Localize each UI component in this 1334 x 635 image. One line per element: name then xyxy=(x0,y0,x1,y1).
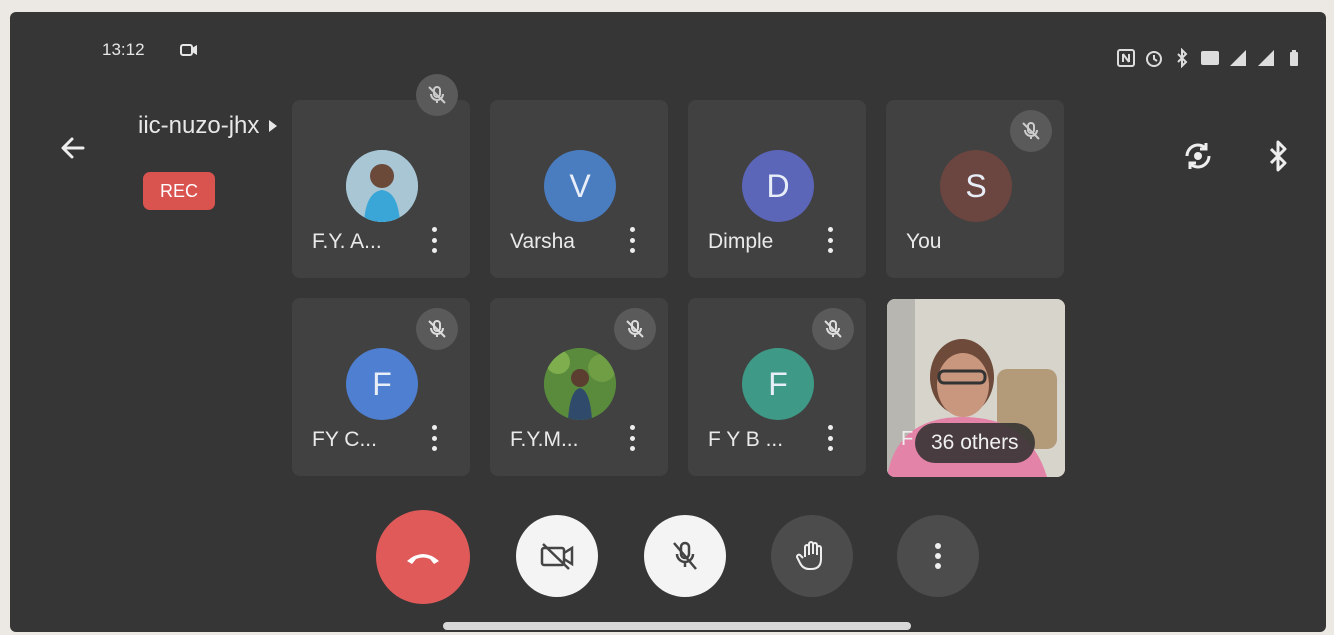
mic-off-icon xyxy=(1022,122,1040,140)
chevron-right-icon xyxy=(269,120,278,132)
nfc-icon xyxy=(1117,49,1135,67)
status-icons xyxy=(1116,48,1304,68)
mic-off-icon xyxy=(673,541,697,570)
participant-name-peek: F xyxy=(901,428,914,450)
participant-tile[interactable]: F.Y. A... xyxy=(292,74,470,278)
end-call-button[interactable] xyxy=(376,510,470,604)
camera-toggle-button[interactable] xyxy=(516,515,598,597)
avatar: F xyxy=(346,348,418,420)
camera-outline-icon xyxy=(180,44,197,56)
alarm-icon xyxy=(1146,51,1162,67)
more-options-button[interactable] xyxy=(897,515,979,597)
participant-menu-button[interactable] xyxy=(426,224,442,256)
status-time: 13:12 xyxy=(102,40,145,59)
avatar: D xyxy=(742,150,814,222)
person-photo-icon xyxy=(544,348,616,420)
volte-icon xyxy=(1201,51,1219,65)
bluetooth-vibrate-icon xyxy=(1177,48,1188,68)
others-video-tile[interactable]: F 36 others xyxy=(887,299,1065,477)
home-indicator[interactable] xyxy=(443,622,911,630)
4g-signal-icon xyxy=(1230,50,1246,66)
mic-off-indicator xyxy=(416,74,458,116)
avatar xyxy=(544,348,616,420)
raise-hand-icon xyxy=(796,541,822,570)
avatar: S xyxy=(940,150,1012,222)
avatar: V xyxy=(544,150,616,222)
mic-off-indicator xyxy=(614,308,656,350)
others-count-label: 36 others xyxy=(915,423,1035,463)
participant-tile[interactable]: F FY C... xyxy=(292,298,470,476)
audio-output-button[interactable] xyxy=(1260,136,1296,176)
mic-toggle-button[interactable] xyxy=(644,515,726,597)
participant-name: F.Y.M... xyxy=(510,428,579,451)
participant-name: You xyxy=(906,230,942,253)
participant-menu-button[interactable] xyxy=(624,422,640,454)
recording-badge: REC xyxy=(143,172,215,210)
participant-tile[interactable]: V Varsha xyxy=(490,100,668,278)
more-vert-icon xyxy=(935,543,941,569)
participant-menu-button[interactable] xyxy=(822,422,838,454)
meeting-info-button[interactable]: iic-nuzo-jhx xyxy=(138,112,278,140)
mic-off-icon xyxy=(428,320,446,338)
signal-icon xyxy=(1258,50,1274,66)
participant-tile-self[interactable]: S You xyxy=(886,100,1064,278)
participant-name: Dimple xyxy=(708,230,774,253)
person-photo-icon xyxy=(346,150,418,222)
participant-menu-button[interactable] xyxy=(426,422,442,454)
back-button[interactable] xyxy=(55,130,91,166)
camera-off-icon xyxy=(540,543,574,570)
switch-camera-button[interactable] xyxy=(1178,136,1218,176)
mic-off-indicator xyxy=(1010,110,1052,152)
participant-tile[interactable]: F F Y B ... xyxy=(688,298,866,476)
battery-icon xyxy=(1290,50,1298,66)
participant-name: F Y B ... xyxy=(708,428,784,451)
participant-name: F.Y. A... xyxy=(312,230,382,253)
participant-name: Varsha xyxy=(510,230,575,253)
bluetooth-icon xyxy=(1269,140,1287,172)
participant-menu-button[interactable] xyxy=(624,224,640,256)
mic-off-icon xyxy=(824,320,842,338)
meeting-code: iic-nuzo-jhx xyxy=(138,112,260,139)
mic-off-icon xyxy=(626,320,644,338)
mic-off-icon xyxy=(428,86,446,104)
participant-tile[interactable]: F.Y.M... xyxy=(490,298,668,476)
mic-off-indicator xyxy=(416,308,458,350)
meet-call-screen: 13:12 iic-nuzo-jhx REC F.Y. A... V Varsh… xyxy=(10,12,1326,632)
mic-off-indicator xyxy=(812,308,854,350)
raise-hand-button[interactable] xyxy=(771,515,853,597)
avatar: F xyxy=(742,348,814,420)
participant-menu-button[interactable] xyxy=(822,224,838,256)
end-call-icon xyxy=(407,554,439,564)
switch-camera-icon xyxy=(1185,143,1211,169)
back-arrow-icon xyxy=(61,137,85,159)
avatar xyxy=(346,150,418,222)
participant-tile[interactable]: D Dimple xyxy=(688,100,866,278)
participant-name: FY C... xyxy=(312,428,377,451)
